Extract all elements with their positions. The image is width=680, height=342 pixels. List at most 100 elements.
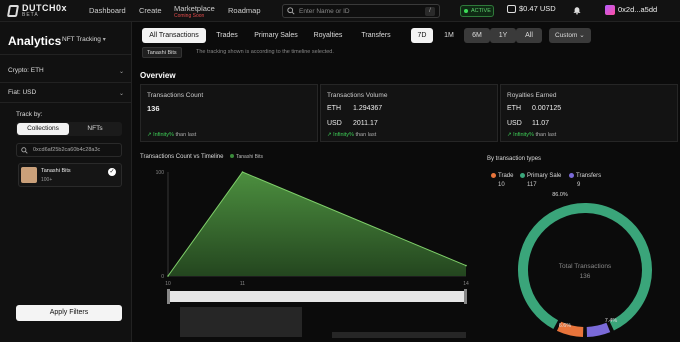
tab-royalties[interactable]: Royalties: [308, 28, 348, 43]
legend-primary-value: 117: [527, 182, 537, 188]
check-icon: ✓: [108, 168, 116, 176]
period-all[interactable]: All: [516, 28, 542, 43]
wallet-balance[interactable]: $0.47 USD: [507, 4, 556, 14]
bell-icon[interactable]: [573, 6, 581, 15]
period-7d[interactable]: 7D: [411, 28, 433, 43]
tab-transfers[interactable]: Transfers: [356, 28, 396, 43]
nav-dashboard[interactable]: Dashboard: [89, 6, 126, 15]
wallet-balance-value: $0.47 USD: [519, 4, 556, 13]
chevron-down-icon: ⌄: [118, 69, 124, 75]
card-change-suffix: than last: [175, 132, 197, 138]
search-shortcut: /: [425, 7, 435, 16]
period-1m[interactable]: 1M: [438, 28, 460, 43]
divider: [0, 54, 132, 55]
apply-filters-button[interactable]: Apply Filters: [16, 305, 122, 321]
nav-roadmap[interactable]: Roadmap: [228, 6, 261, 15]
card-title: Transactions Count: [147, 92, 204, 99]
legend-label: Primary Sale: [527, 173, 562, 180]
sidebar: Analytics NFT Tracking ▾ Crypto: ETH ⌄ F…: [0, 22, 132, 342]
legend-label: Trade: [498, 173, 514, 180]
x-tick-label: 14: [463, 281, 469, 287]
y-tick-label: 0: [161, 274, 164, 280]
divider: [0, 82, 132, 83]
address-input[interactable]: 0xcd6af25b2ca60b4c28a3c: [33, 147, 100, 153]
card-value: 136: [147, 104, 160, 113]
track-by-label: Track by:: [16, 111, 43, 118]
tracking-mode-select[interactable]: NFT Tracking ▾: [62, 36, 106, 43]
tab-all-transactions[interactable]: All Transactions: [142, 28, 206, 43]
overview-heading: Overview: [140, 71, 176, 80]
eth-value: 0.007125: [532, 105, 562, 112]
collection-count: 100+: [41, 177, 53, 183]
custom-period-select[interactable]: Custom ⌄: [549, 28, 591, 43]
collection-thumbnail: [21, 167, 37, 183]
top-bar: DUTCH0x BETA Dashboard Create Marketplac…: [0, 0, 680, 22]
track-by-toggle: Collections NFTs: [16, 122, 122, 136]
legend-primary-sale: Primary Sale: [520, 173, 561, 179]
nav-create[interactable]: Create: [139, 6, 162, 15]
donut-center-value: 136: [580, 273, 591, 280]
logo-icon: [6, 5, 20, 17]
period-6m[interactable]: 6M: [464, 28, 490, 43]
card-transactions-volume: Transactions Volume ETH 1.294367 USD 201…: [320, 84, 498, 142]
legend-dot-icon: [520, 173, 525, 178]
fiat-select[interactable]: Fiat: USD ⌄: [8, 89, 126, 97]
collection-chip[interactable]: Tanashi Bits: [142, 47, 182, 58]
search-icon: [21, 147, 28, 154]
x-tick-label: 11: [240, 281, 245, 287]
placeholder-bar: [332, 332, 466, 338]
brand-logo[interactable]: DUTCH0x BETA: [6, 3, 78, 19]
nav-marketplace[interactable]: Marketplace: [174, 4, 215, 13]
usd-value: 11.07: [532, 120, 549, 127]
status-badge: ACTIVE: [460, 5, 494, 17]
avatar: [605, 5, 615, 16]
brand-beta: BETA: [22, 12, 39, 18]
usd-label: USD: [507, 120, 522, 127]
crypto-label: Crypto: ETH: [8, 67, 44, 74]
usd-label: USD: [327, 120, 342, 127]
crypto-select[interactable]: Crypto: ETH ⌄: [8, 67, 126, 75]
account-menu[interactable]: 0x2d...a5dd: [605, 5, 657, 16]
tab-trades[interactable]: Trades: [210, 28, 244, 43]
chevron-down-icon: ▾: [102, 37, 106, 43]
legend-dot-icon: [491, 173, 496, 178]
chevron-down-icon: ⌄: [579, 32, 585, 39]
tab-primary-sales[interactable]: Primary Sales: [248, 28, 304, 43]
card-footer: ↗ Infinity% than last: [147, 132, 196, 138]
legend-trade-value: 10: [498, 182, 505, 188]
search-box[interactable]: Enter Name or ID /: [282, 4, 440, 18]
usd-value: 2011.17: [353, 120, 378, 127]
toggle-collections[interactable]: Collections: [17, 123, 69, 135]
timeline-note: The tracking shown is according to the t…: [196, 49, 334, 55]
timeline-scrollbar[interactable]: [168, 291, 466, 302]
scrollbar-handle-right[interactable]: [464, 289, 467, 304]
legend-label: Transfers: [576, 173, 602, 180]
pct-label-transfer: 6.6%: [559, 323, 572, 329]
scrollbar-handle-left[interactable]: [167, 289, 170, 304]
card-footer: ↗ Infinity% than last: [507, 132, 556, 138]
collection-item[interactable]: Tanashi Bits 100+ ✓: [18, 163, 122, 187]
address-search[interactable]: 0xcd6af25b2ca60b4c28a3c: [16, 143, 122, 157]
card-change-suffix: than last: [535, 132, 557, 138]
card-transactions-count: Transactions Count 136 ↗ Infinity% than …: [140, 84, 318, 142]
wallet-icon: [507, 5, 516, 14]
data-point: [241, 171, 244, 173]
collection-name: Tanashi Bits: [41, 168, 71, 174]
status-dot-icon: [464, 9, 468, 13]
card-royalties-earned: Royalties Earned ETH 0.007125 USD 11.07 …: [500, 84, 678, 142]
toggle-nfts[interactable]: NFTs: [69, 123, 121, 135]
eth-value: 1.294367: [353, 105, 383, 112]
coming-soon-badge: Coming Soon: [174, 13, 205, 19]
legend-trade: Trade: [491, 173, 513, 179]
area-fill: [168, 172, 466, 276]
legend-transfers: Transfers: [569, 173, 601, 179]
card-change-suffix: than last: [355, 132, 377, 138]
card-footer: ↗ Infinity% than last: [327, 132, 376, 138]
search-input[interactable]: Enter Name or ID: [299, 8, 350, 15]
search-icon: [287, 7, 295, 15]
period-1y[interactable]: 1Y: [490, 28, 516, 43]
pct-label-primary: 86.0%: [552, 192, 568, 198]
donut-chart: Total Transactions 136 86.0% 7.4% 6.6%: [518, 192, 652, 337]
area-chart-panel: Transactions Count vs Timeline Tanashi B…: [140, 152, 472, 342]
status-label: ACTIVE: [471, 8, 491, 14]
